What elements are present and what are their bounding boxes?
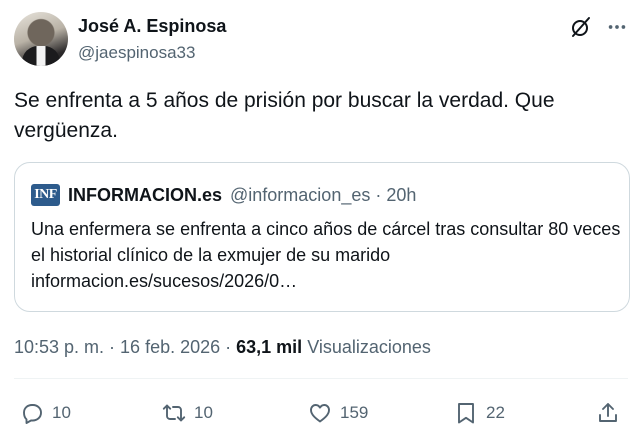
- timestamp[interactable]: 10:53 p. m. · 16 feb. 2026 ·: [14, 337, 236, 357]
- quoted-source-meta: @informacion_es · 20h: [230, 184, 417, 205]
- reply-count: 10: [52, 403, 71, 422]
- repost-icon: [162, 404, 186, 422]
- author-handle[interactable]: @jaespinosa33: [78, 42, 195, 64]
- avatar[interactable]: [14, 12, 68, 66]
- grok-button[interactable]: [568, 14, 594, 40]
- views-count: 63,1 mil: [236, 337, 303, 357]
- tweet-text: Se enfrenta a 5 años de prisión por busc…: [14, 89, 555, 142]
- like-count: 159: [340, 403, 369, 422]
- views-label: Visualizaciones: [302, 337, 431, 357]
- avatar-figure: [22, 46, 60, 66]
- bookmark-icon: [458, 403, 474, 424]
- tweet-header: José A. Espinosa @jaespinosa33: [14, 12, 628, 68]
- reply-icon: [23, 404, 42, 424]
- repost-button[interactable]: 10: [162, 398, 213, 428]
- like-button[interactable]: 159: [308, 398, 368, 428]
- author-display-name[interactable]: José A. Espinosa: [78, 15, 226, 37]
- bookmark-count: 22: [486, 403, 505, 422]
- divider: [14, 378, 628, 379]
- reply-button[interactable]: 10: [20, 398, 71, 428]
- share-icon: [599, 403, 617, 422]
- source-logo: INF: [31, 184, 60, 206]
- quoted-tweet-card[interactable]: INF INFORMACION.es @informacion_es · 20h…: [14, 162, 630, 312]
- tweet-meta: 10:53 p. m. · 16 feb. 2026 · 63,1 mil Vi…: [14, 335, 431, 359]
- heart-icon: [310, 404, 330, 423]
- quoted-tweet-text: Una enfermera se enfrenta a cinco años d…: [31, 219, 621, 291]
- more-horizontal-icon: [608, 25, 626, 29]
- grok-icon: [572, 17, 590, 37]
- repost-count: 10: [194, 403, 213, 422]
- bookmark-button[interactable]: 22: [454, 398, 505, 428]
- quoted-source-name[interactable]: INFORMACION.es: [68, 185, 222, 206]
- more-button[interactable]: [604, 14, 630, 40]
- action-bar: 10 10 159 22: [14, 398, 628, 428]
- share-button[interactable]: [596, 398, 620, 428]
- quoted-tweet-header: INF INFORMACION.es @informacion_es · 20h: [31, 183, 416, 207]
